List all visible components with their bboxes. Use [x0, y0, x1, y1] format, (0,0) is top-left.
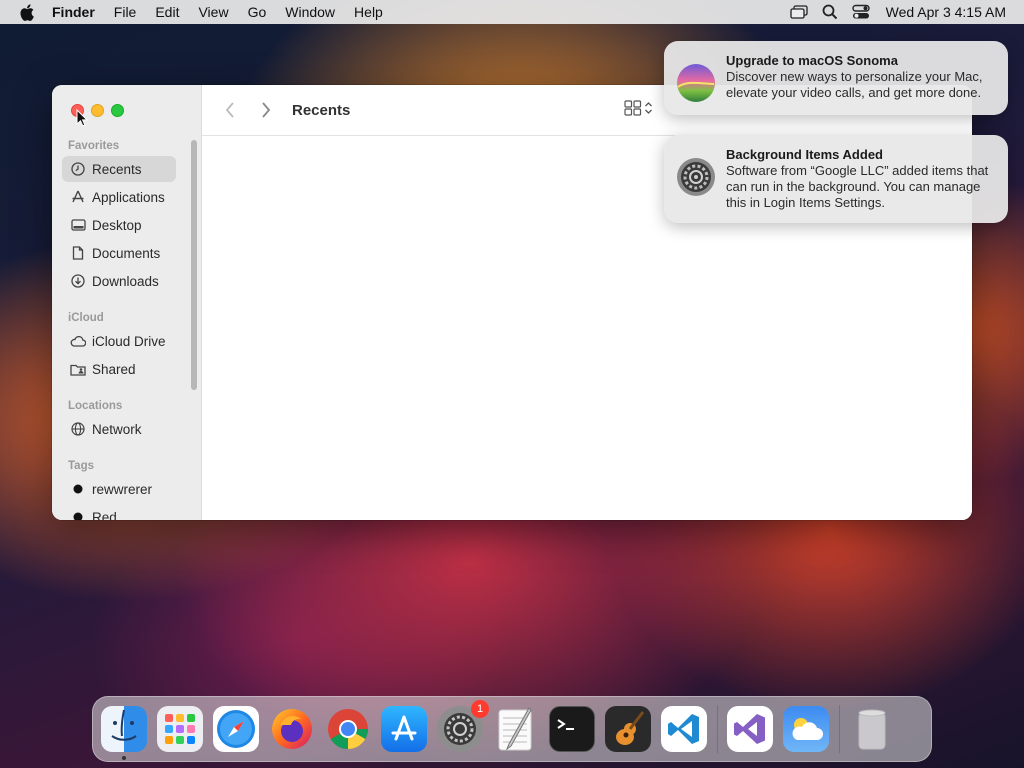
shared-folder-icon [70, 361, 86, 377]
notification-text: Background Items Added Software from “Go… [726, 147, 994, 211]
sidebar-item-shared[interactable]: Shared [62, 356, 176, 382]
globe-icon [70, 421, 86, 437]
dock-separator [717, 705, 718, 753]
menu-edit[interactable]: Edit [155, 4, 179, 20]
forward-button[interactable] [256, 100, 276, 120]
finder-icon[interactable] [101, 706, 147, 760]
sidebar-item-label: Network [92, 421, 142, 437]
vscode-icon[interactable] [661, 706, 707, 752]
zoom-button[interactable] [111, 104, 124, 117]
notification-badge: 1 [471, 700, 489, 718]
sidebar-tag-rewwrerer[interactable]: rewwrerer [62, 476, 176, 502]
download-icon [70, 273, 86, 289]
view-options-button[interactable] [624, 100, 653, 121]
notification-title: Upgrade to macOS Sonoma [726, 53, 898, 68]
apple-menu-icon[interactable] [18, 3, 36, 21]
sidebar-item-applications[interactable]: Applications [62, 184, 176, 210]
sidebar-scrollbar[interactable] [191, 140, 197, 390]
terminal-icon[interactable] [549, 706, 595, 752]
notification-body: Discover new ways to personalize your Ma… [726, 69, 983, 100]
finder-sidebar: Favorites Recents Applications Desktop D… [52, 85, 202, 520]
dock: 1 [92, 696, 932, 762]
back-button[interactable] [220, 100, 240, 120]
sidebar-tag-red[interactable]: Red [62, 504, 176, 520]
sidebar-item-label: Red [92, 509, 117, 521]
menu-go[interactable]: Go [248, 4, 267, 20]
weather-icon[interactable] [783, 706, 829, 752]
launchpad-icon[interactable] [157, 706, 203, 752]
trash-icon[interactable] [849, 706, 895, 752]
clock-icon [70, 161, 86, 177]
menu-help[interactable]: Help [354, 4, 383, 20]
sidebar-item-label: Documents [92, 245, 161, 261]
sidebar-item-desktop[interactable]: Desktop [62, 212, 176, 238]
screen-mirroring-icon[interactable] [789, 5, 808, 19]
sidebar-item-label: Desktop [92, 217, 142, 233]
section-tags: Tags [68, 460, 94, 472]
sidebar-item-label: Shared [92, 361, 136, 377]
notification-body: Software from “Google LLC” added items t… [726, 163, 989, 210]
garageband-icon[interactable] [605, 706, 651, 752]
system-settings-dock-icon[interactable]: 1 [437, 700, 489, 752]
chevron-updown-icon [644, 101, 653, 120]
grid-view-icon [624, 100, 642, 121]
sidebar-item-documents[interactable]: Documents [62, 240, 176, 266]
sidebar-item-downloads[interactable]: Downloads [62, 268, 176, 294]
desktop-icon [70, 217, 86, 233]
app-store-icon[interactable] [381, 706, 427, 752]
search-icon[interactable] [822, 4, 838, 20]
sidebar-item-recents[interactable]: Recents [62, 156, 176, 182]
sidebar-item-label: Recents [92, 161, 142, 177]
notification-sonoma[interactable]: Upgrade to macOS Sonoma Discover new way… [664, 41, 1008, 115]
window-title: Recents [292, 101, 351, 119]
section-locations: Locations [68, 400, 123, 412]
sidebar-item-label: rewwrerer [92, 481, 153, 497]
control-center-icon[interactable] [851, 4, 870, 20]
menu-bar: Finder File Edit View Go Window Help Wed… [0, 0, 1024, 24]
menu-file[interactable]: File [114, 4, 137, 20]
section-icloud: iCloud [68, 312, 104, 324]
running-indicator [122, 756, 126, 760]
notification-text: Upgrade to macOS Sonoma Discover new way… [726, 53, 994, 103]
mouse-cursor-icon [76, 108, 89, 132]
sidebar-item-label: iCloud Drive [92, 333, 166, 349]
menu-view[interactable]: View [198, 4, 228, 20]
menubar-clock[interactable]: Wed Apr 3 4:15 AM [886, 4, 1006, 20]
menu-finder[interactable]: Finder [52, 4, 95, 20]
minimize-button[interactable] [91, 104, 104, 117]
firefox-icon[interactable] [269, 706, 315, 752]
notification-title: Background Items Added [726, 147, 883, 162]
sidebar-item-label: Downloads [92, 273, 159, 289]
system-settings-icon [676, 157, 716, 197]
document-icon [70, 245, 86, 261]
tag-dot-icon [70, 481, 86, 497]
dock-separator [839, 705, 840, 753]
sidebar-item-icloud-drive[interactable]: iCloud Drive [62, 328, 176, 354]
macos-sonoma-icon [676, 63, 716, 103]
sidebar-item-label: Applications [92, 189, 165, 205]
chrome-icon[interactable] [325, 706, 371, 752]
menu-window[interactable]: Window [285, 4, 335, 20]
tag-dot-icon [70, 509, 86, 520]
notification-background-items[interactable]: Background Items Added Software from “Go… [664, 135, 1008, 223]
visual-studio-icon[interactable] [727, 706, 773, 752]
applications-icon [70, 189, 86, 205]
sidebar-item-network[interactable]: Network [62, 416, 176, 442]
safari-icon[interactable] [213, 706, 259, 752]
textedit-icon[interactable] [493, 706, 539, 752]
cloud-icon [70, 333, 86, 349]
section-favorites: Favorites [68, 140, 120, 152]
